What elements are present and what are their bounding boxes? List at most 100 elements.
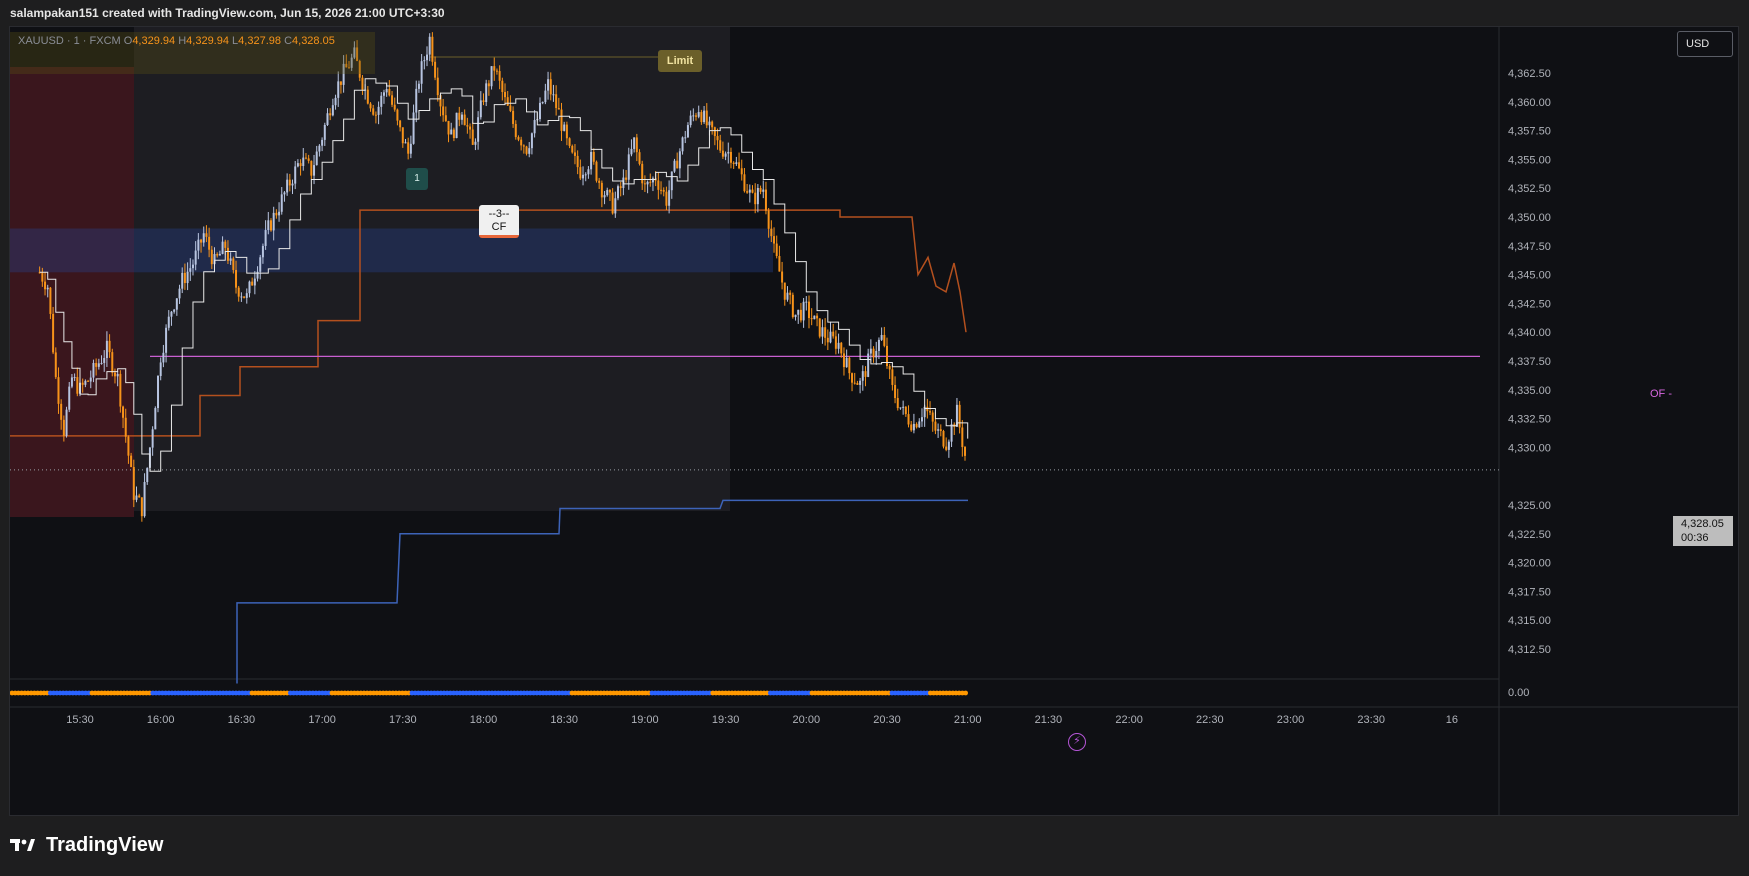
candle-down (660, 189, 663, 191)
candle-down (716, 136, 719, 141)
chart-frame[interactable]: 4,362.50 4,360.00 4,357.50 4,355.00 4,352.50… (9, 26, 1739, 816)
candle-down (789, 292, 792, 295)
candle-up (547, 79, 550, 91)
candle-up (821, 327, 824, 337)
candle-up (302, 157, 305, 167)
marker-badge[interactable]: 1 (406, 168, 428, 190)
candle-up (417, 83, 420, 89)
candle-up (686, 125, 689, 138)
x-tick-label: 23:00 (1277, 714, 1305, 726)
candle-up (159, 362, 162, 376)
candle-up (315, 151, 318, 166)
candle-up (157, 375, 160, 409)
candle-up (194, 250, 197, 265)
candle-up (294, 166, 297, 184)
candle-up (450, 129, 453, 135)
candle-down (754, 192, 757, 205)
candle-up (218, 253, 221, 256)
footer-brand[interactable]: TradingView (10, 832, 163, 858)
candle-down (929, 411, 932, 413)
candle-down (95, 362, 98, 367)
red-session-zone (10, 67, 134, 517)
candle-down (886, 345, 888, 367)
price-chart[interactable]: 4,362.50 4,360.00 4,357.50 4,355.00 4,352.50… (10, 27, 1739, 816)
candle-up (337, 81, 340, 98)
candle-down (111, 352, 114, 373)
candle-up (877, 339, 880, 351)
candle-up (474, 141, 477, 145)
candle-up (867, 353, 870, 377)
candle-down (62, 419, 65, 436)
candle-down (611, 192, 614, 214)
candle-down (958, 404, 961, 428)
y-tick-label: 4,350.00 (1508, 212, 1551, 224)
candle-up (455, 112, 458, 139)
candle-up (460, 114, 463, 120)
candle-up (590, 152, 593, 170)
cf-marker[interactable]: --3-- CF (479, 205, 519, 238)
candle-down (939, 429, 942, 431)
candle-up (382, 92, 385, 96)
candle-up (267, 220, 270, 231)
symbol-label[interactable]: XAUUSD · 1 · FXCM (18, 35, 121, 47)
cf-marker-bottom: CF (491, 221, 507, 233)
candle-up (189, 268, 192, 272)
candle-up (278, 211, 281, 216)
high-label: H (178, 35, 187, 47)
candle-up (829, 331, 832, 343)
y-tick-label: 4,332.50 (1508, 414, 1551, 426)
candle-up (259, 257, 262, 272)
candle-up (479, 100, 482, 118)
candle-down (619, 186, 622, 189)
candle-down (576, 155, 579, 168)
candle-down (608, 189, 611, 193)
candle-up (420, 61, 423, 84)
candle-down (251, 281, 254, 286)
candle-down (555, 94, 558, 109)
y-tick-label: 4,337.50 (1508, 356, 1551, 368)
candle-up (245, 293, 248, 298)
limit-label[interactable]: Limit (658, 50, 702, 72)
candle-down (961, 427, 964, 448)
candle-up (377, 106, 380, 115)
currency-button[interactable]: USD (1677, 31, 1733, 57)
candle-down (894, 384, 897, 399)
candle-up (103, 358, 106, 363)
candle-down (522, 145, 525, 147)
candle-down (87, 380, 90, 382)
candle-up (756, 187, 759, 205)
candle-down (210, 249, 213, 265)
candle-up (286, 179, 289, 193)
candle-up (703, 110, 706, 123)
x-tick-label: 21:00 (954, 714, 982, 726)
candle-up (528, 148, 531, 154)
candle-up (154, 408, 157, 430)
candle-up (313, 165, 316, 176)
candle-down (442, 106, 445, 116)
candle-up (167, 316, 170, 328)
candle-down (600, 182, 603, 198)
candle-up (197, 239, 200, 251)
candle-up (162, 352, 165, 363)
candle-down (848, 357, 851, 374)
candle-down (138, 495, 141, 498)
candle-down (700, 112, 703, 123)
candle-up (334, 97, 337, 106)
candle-up (606, 189, 609, 196)
candle-up (428, 36, 431, 55)
y-tick-label: 4,315.00 (1508, 615, 1551, 627)
candle-down (482, 100, 485, 103)
candle-up (409, 143, 412, 154)
candle-up (326, 113, 329, 126)
candle-up (869, 348, 872, 354)
candle-up (146, 467, 149, 483)
attribution-text: salampakan151 created with TradingView.c… (10, 6, 445, 20)
lightning-icon[interactable]: ⚡ (1068, 733, 1086, 751)
candle-up (875, 350, 878, 358)
candle-up (727, 151, 730, 154)
candle-down (52, 313, 55, 353)
candle-down (560, 109, 563, 131)
candle-down (770, 228, 773, 237)
candle-down (436, 77, 439, 96)
x-tick-label: 17:30 (389, 714, 417, 726)
